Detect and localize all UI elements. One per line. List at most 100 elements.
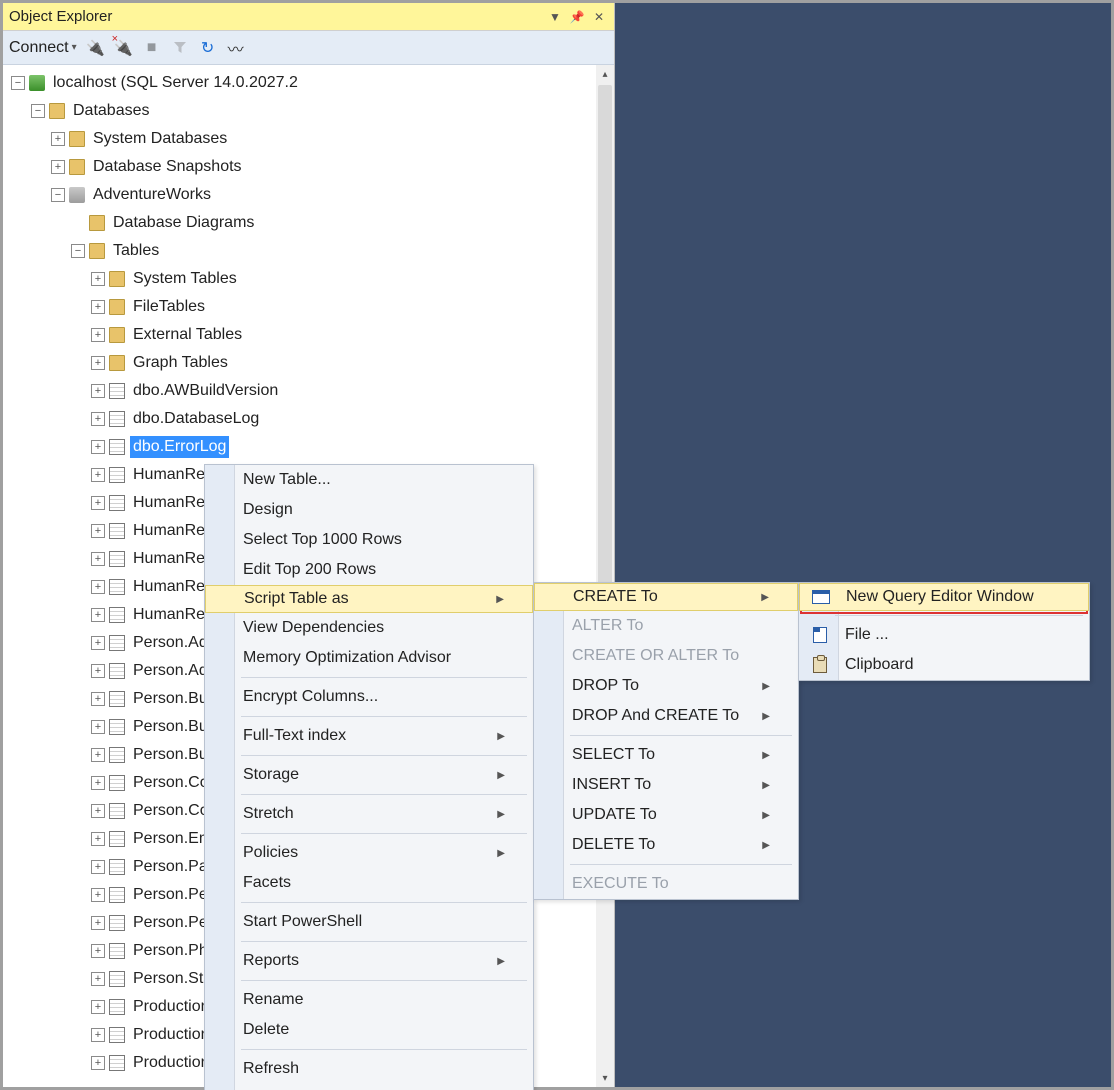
- expand-icon[interactable]: [91, 524, 105, 538]
- tree-node-databases[interactable]: Databases: [7, 97, 614, 125]
- query-window-icon: [810, 588, 832, 606]
- refresh-icon[interactable]: ↻: [199, 39, 217, 57]
- expand-icon[interactable]: [91, 468, 105, 482]
- tree-node-filetables[interactable]: FileTables: [7, 293, 614, 321]
- menu-item-edit-top-200[interactable]: Edit Top 200 Rows: [205, 555, 533, 585]
- menu-item-encrypt-columns[interactable]: Encrypt Columns...: [205, 682, 533, 712]
- expand-icon[interactable]: [91, 636, 105, 650]
- menu-item-fulltext-index[interactable]: Full-Text index▶: [205, 721, 533, 751]
- menu-item-policies[interactable]: Policies▶: [205, 838, 533, 868]
- menu-item-file[interactable]: File ...: [799, 620, 1089, 650]
- expand-icon[interactable]: [91, 832, 105, 846]
- expand-icon[interactable]: [91, 888, 105, 902]
- server-icon: [29, 75, 45, 91]
- menu-item-delete[interactable]: Delete: [205, 1015, 533, 1045]
- menu-item-drop-and-create-to[interactable]: DROP And CREATE To▶: [534, 701, 798, 731]
- expand-icon[interactable]: [91, 440, 105, 454]
- tree-node-adventureworks[interactable]: AdventureWorks: [7, 181, 614, 209]
- tree-node-tables[interactable]: Tables: [7, 237, 614, 265]
- expand-icon[interactable]: [31, 104, 45, 118]
- expand-icon[interactable]: [91, 412, 105, 426]
- menu-item-view-dependencies[interactable]: View Dependencies: [205, 613, 533, 643]
- expand-icon[interactable]: [51, 132, 65, 146]
- menu-item-storage[interactable]: Storage▶: [205, 760, 533, 790]
- connect-icon[interactable]: 🔌: [87, 39, 105, 57]
- menu-item-create-to[interactable]: CREATE To▶: [534, 583, 798, 611]
- menu-item-select-top-1000[interactable]: Select Top 1000 Rows: [205, 525, 533, 555]
- menu-item-script-table-as[interactable]: Script Table as▶: [205, 585, 533, 613]
- scroll-down-icon[interactable]: ▾: [596, 1069, 614, 1087]
- expand-icon[interactable]: [91, 748, 105, 762]
- menu-item-clipboard[interactable]: Clipboard: [799, 650, 1089, 680]
- menu-item-reports[interactable]: Reports▶: [205, 946, 533, 976]
- filter-icon[interactable]: [171, 39, 189, 57]
- expand-icon[interactable]: [91, 1000, 105, 1014]
- menu-item-rename[interactable]: Rename: [205, 985, 533, 1015]
- expand-icon[interactable]: [91, 804, 105, 818]
- expand-icon[interactable]: [91, 272, 105, 286]
- activity-icon[interactable]: 〰: [227, 39, 245, 57]
- tree-node-table-selected[interactable]: dbo.ErrorLog: [7, 433, 614, 461]
- expand-icon[interactable]: [91, 972, 105, 986]
- expand-icon[interactable]: [91, 552, 105, 566]
- table-icon: [109, 551, 125, 567]
- tree-node-graph-tables[interactable]: Graph Tables: [7, 349, 614, 377]
- scroll-up-icon[interactable]: ▴: [596, 65, 614, 83]
- script-table-as-submenu: CREATE To▶ ALTER To CREATE OR ALTER To D…: [533, 582, 799, 900]
- tree-node-table[interactable]: dbo.AWBuildVersion: [7, 377, 614, 405]
- disconnect-icon[interactable]: 🔌×: [115, 39, 133, 57]
- expand-icon[interactable]: [91, 384, 105, 398]
- menu-item-design[interactable]: Design: [205, 495, 533, 525]
- clipboard-icon: [809, 656, 831, 674]
- tree-node-diagrams[interactable]: Database Diagrams: [7, 209, 614, 237]
- tree-node-table[interactable]: dbo.DatabaseLog: [7, 405, 614, 433]
- expand-icon[interactable]: [51, 188, 65, 202]
- expand-icon[interactable]: [91, 608, 105, 622]
- expand-icon[interactable]: [91, 720, 105, 734]
- expand-icon[interactable]: [71, 244, 85, 258]
- menu-item-new-query-editor-window[interactable]: New Query Editor Window: [799, 583, 1089, 611]
- expand-icon[interactable]: [91, 328, 105, 342]
- scrollbar-thumb[interactable]: [598, 85, 612, 605]
- expand-icon[interactable]: [91, 580, 105, 594]
- expand-icon[interactable]: [91, 1028, 105, 1042]
- tree-node-snapshots[interactable]: Database Snapshots: [7, 153, 614, 181]
- menu-item-start-powershell[interactable]: Start PowerShell: [205, 907, 533, 937]
- menu-item-drop-to[interactable]: DROP To▶: [534, 671, 798, 701]
- connect-button[interactable]: Connect: [9, 39, 77, 57]
- expand-icon[interactable]: [11, 76, 25, 90]
- tree-label: External Tables: [130, 324, 245, 345]
- menu-item-memory-optimization[interactable]: Memory Optimization Advisor: [205, 643, 533, 673]
- expand-icon[interactable]: [91, 356, 105, 370]
- menu-item-new-table[interactable]: New Table...: [205, 465, 533, 495]
- expand-icon[interactable]: [91, 692, 105, 706]
- expand-icon[interactable]: [91, 916, 105, 930]
- menu-separator: [241, 833, 527, 834]
- menu-item-properties[interactable]: Properties: [205, 1084, 533, 1090]
- expand-icon[interactable]: [91, 300, 105, 314]
- tree-node-server[interactable]: localhost (SQL Server 14.0.2027.2: [7, 69, 614, 97]
- expand-icon[interactable]: [91, 496, 105, 510]
- menu-item-delete-to[interactable]: DELETE To▶: [534, 830, 798, 860]
- menu-item-facets[interactable]: Facets: [205, 868, 533, 898]
- expand-icon[interactable]: [51, 160, 65, 174]
- menu-item-insert-to[interactable]: INSERT To▶: [534, 770, 798, 800]
- tree-node-system-tables[interactable]: System Tables: [7, 265, 614, 293]
- expand-icon[interactable]: [91, 860, 105, 874]
- expand-icon[interactable]: [91, 664, 105, 678]
- close-icon[interactable]: ✕: [590, 8, 608, 26]
- vertical-scrollbar[interactable]: ▴ ▾: [596, 65, 614, 1087]
- expand-icon[interactable]: [91, 1056, 105, 1070]
- tree-node-external-tables[interactable]: External Tables: [7, 321, 614, 349]
- expand-icon[interactable]: [91, 776, 105, 790]
- pin-icon[interactable]: 📌: [568, 8, 586, 26]
- panel-dropdown-icon[interactable]: ▼: [546, 8, 564, 26]
- table-icon: [109, 999, 125, 1015]
- menu-item-stretch[interactable]: Stretch▶: [205, 799, 533, 829]
- menu-item-select-to[interactable]: SELECT To▶: [534, 740, 798, 770]
- menu-item-refresh[interactable]: Refresh: [205, 1054, 533, 1084]
- chevron-right-icon: ▶: [762, 810, 770, 821]
- tree-node-system-databases[interactable]: System Databases: [7, 125, 614, 153]
- expand-icon[interactable]: [91, 944, 105, 958]
- menu-item-update-to[interactable]: UPDATE To▶: [534, 800, 798, 830]
